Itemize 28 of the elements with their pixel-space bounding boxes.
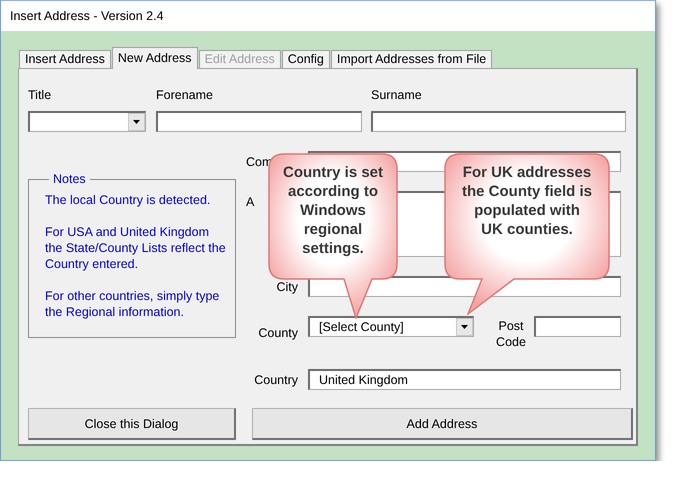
note-text: For other countries, simply type the Regional information. (45, 288, 220, 320)
callout-text: Country is set according to Windows regional settings. (282, 163, 384, 258)
field-label: Title (28, 88, 52, 102)
field-label: Post Code (496, 318, 526, 350)
notes-title: Notes (52, 172, 87, 186)
input-field[interactable] (371, 111, 626, 132)
window-title: Insert Address - Version 2.4 (10, 9, 164, 23)
field-label: Surname (371, 88, 422, 102)
tab[interactable]: Import Addresses from File (330, 50, 492, 68)
tab[interactable]: Insert Address (19, 50, 111, 68)
dropdown-arrow-icon[interactable] (133, 120, 140, 124)
dropdown-arrow-icon[interactable] (461, 325, 468, 329)
field-label: Country (253, 372, 298, 386)
input-field[interactable]: United Kingdom (308, 369, 621, 390)
button[interactable]: Add Address (252, 408, 633, 440)
field-label: County (257, 326, 298, 340)
note-text: For USA and United Kingdom the State/County Lists reflect the Country entered. (45, 224, 227, 272)
field-label: Forename (156, 88, 213, 102)
button[interactable]: Close this Dialog (28, 408, 236, 440)
input-field[interactable] (156, 111, 362, 132)
input-dropdown[interactable] (28, 111, 146, 132)
input-dropdown[interactable]: [Select County] (308, 316, 474, 337)
input-field[interactable] (534, 316, 621, 337)
tab[interactable]: Config (282, 50, 330, 68)
callout-text: For UK addresses the County field is populated with UK counties. (461, 163, 594, 239)
note-text: The local Country is detected. (45, 192, 212, 208)
tab[interactable]: New Address (112, 47, 198, 69)
field-label: City (275, 280, 298, 294)
